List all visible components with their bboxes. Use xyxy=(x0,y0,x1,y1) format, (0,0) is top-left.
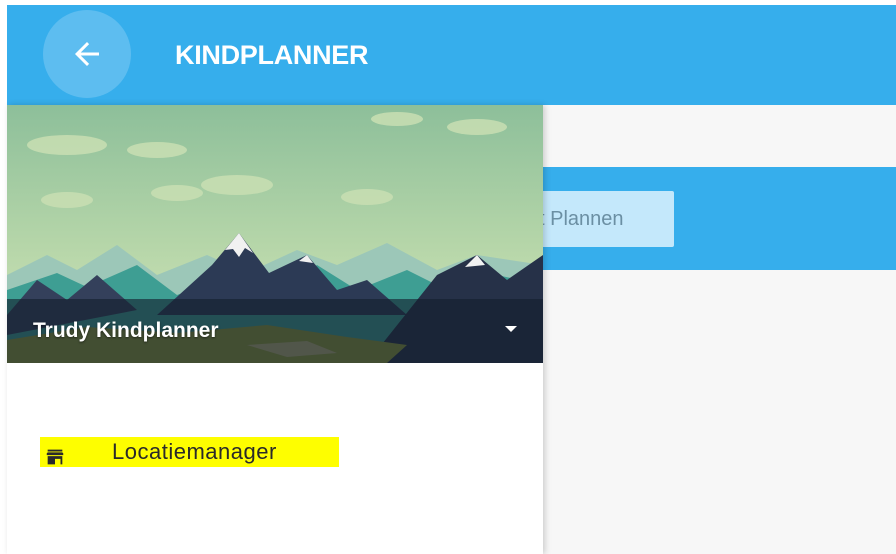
back-button[interactable] xyxy=(43,10,131,98)
arrow-left-icon xyxy=(75,42,99,66)
user-bar[interactable]: Trudy Kindplanner xyxy=(7,299,543,363)
app-title: KINDPLANNER xyxy=(175,40,369,70)
app-bar: KINDPLANNER xyxy=(7,5,896,105)
caret-down-icon[interactable] xyxy=(505,326,517,332)
plan-button[interactable]: t Plannen xyxy=(529,191,674,247)
user-name: Trudy Kindplanner xyxy=(33,319,219,342)
drawer-header: Trudy Kindplanner xyxy=(7,105,543,363)
menu-item-label: Locatiemanager xyxy=(112,439,277,464)
menu-item-locatiemanager[interactable]: Locatiemanager xyxy=(40,437,339,467)
plan-button-label: Plannen xyxy=(550,208,624,230)
navigation-drawer: Trudy Kindplanner Locatiemanager xyxy=(7,105,543,554)
store-icon xyxy=(46,449,64,465)
